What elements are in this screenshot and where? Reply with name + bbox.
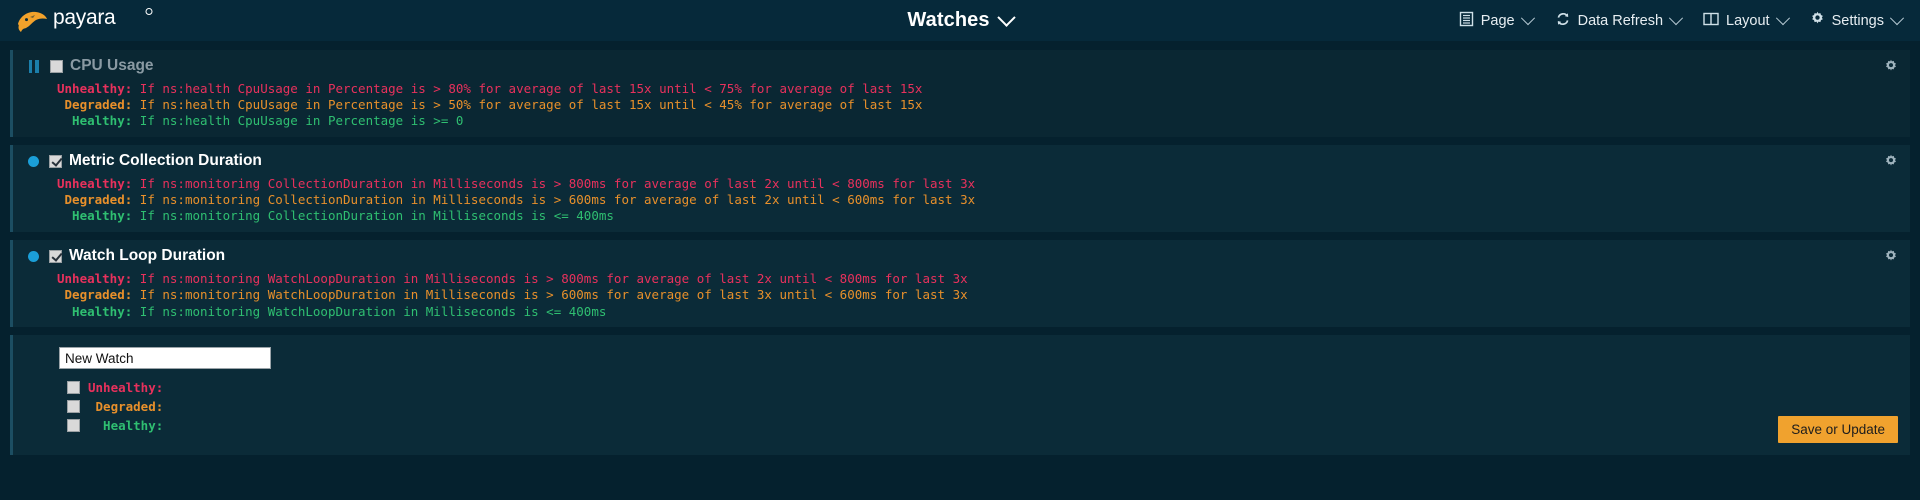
app-header: payara Watches Page Data Refresh Layout …: [0, 0, 1920, 41]
new-watch-level-row: Healthy:: [25, 416, 1898, 435]
new-watch-level-checkbox[interactable]: [67, 400, 80, 414]
watch-card: Metric Collection Duration Unhealthy: If …: [10, 145, 1910, 233]
svg-text:payara: payara: [53, 6, 116, 29]
brand-logo-link[interactable]: payara: [0, 6, 157, 35]
rule-expression: If ns:monitoring WatchLoopDuration in Mi…: [139, 287, 968, 303]
brand-name: payara: [53, 6, 157, 35]
new-watch-level-label-healthy: Healthy:: [88, 418, 164, 434]
status-dot-icon[interactable]: [28, 250, 39, 262]
gear-icon[interactable]: [1884, 59, 1898, 73]
rule-level-label: Degraded:: [57, 192, 133, 207]
watch-rule-list: Unhealthy: If ns:health CpuUsage in Perc…: [13, 78, 1910, 137]
payara-fish-logo-icon: [16, 8, 49, 34]
chevron-down-icon[interactable]: [1668, 10, 1684, 25]
watch-rule-unhealthy: Unhealthy: If ns:monitoring WatchLoopDur…: [13, 270, 1910, 286]
rule-expression: If ns:monitoring WatchLoopDuration in Mi…: [139, 270, 968, 286]
rule-expression: If ns:health CpuUsage in Percentage is >…: [139, 96, 923, 112]
nav-label-data-refresh: Data Refresh: [1577, 12, 1664, 29]
chevron-down-icon[interactable]: [1520, 10, 1535, 25]
new-watch-name-input[interactable]: [59, 347, 271, 370]
watch-rule-list: Unhealthy: If ns:monitoring WatchLoopDur…: [13, 268, 1910, 327]
watch-title: Watch Loop Duration: [69, 247, 226, 265]
chevron-down-icon[interactable]: [996, 8, 1016, 27]
watch-card: Watch Loop Duration Unhealthy: If ns:moni…: [10, 240, 1910, 328]
new-watch-level-label-degraded: Degraded:: [88, 399, 164, 415]
chevron-down-icon[interactable]: [1889, 10, 1905, 25]
status-dot-icon[interactable]: [28, 155, 39, 167]
watch-rule-unhealthy: Unhealthy: If ns:health CpuUsage in Perc…: [13, 80, 1910, 96]
rule-level-label: Degraded:: [57, 287, 133, 303]
new-watch-level-row: Unhealthy:: [25, 378, 1898, 397]
watch-cards: CPU Usage Unhealthy: If ns:health CpuUsag…: [10, 50, 1910, 328]
watch-rule-healthy: Healthy: If ns:monitoring CollectionDura…: [13, 208, 1910, 224]
watch-title: Metric Collection Duration: [69, 152, 262, 170]
rule-expression: If ns:health CpuUsage in Percentage is >…: [139, 113, 464, 129]
watch-rule-healthy: Healthy: If ns:monitoring WatchLoopDurat…: [13, 303, 1910, 319]
watch-enable-checkbox[interactable]: [49, 154, 62, 168]
watch-rule-list: Unhealthy: If ns:monitoring CollectionDu…: [13, 173, 1910, 232]
refresh-icon: [1555, 11, 1571, 31]
rule-level-label: Healthy:: [57, 208, 133, 224]
watch-rule-degraded: Degraded: If ns:monitoring WatchLoopDura…: [13, 287, 1910, 303]
page-list-icon: [1459, 11, 1474, 31]
watch-rule-unhealthy: Unhealthy: If ns:monitoring CollectionDu…: [13, 175, 1910, 191]
new-watch-levels: Unhealthy: Degraded: Healthy:: [25, 378, 1898, 435]
chevron-down-icon[interactable]: [1775, 10, 1790, 25]
rule-level-label: Unhealthy:: [57, 270, 133, 286]
watches-list: CPU Usage Unhealthy: If ns:health CpuUsag…: [0, 41, 1920, 456]
rule-level-label: Unhealthy:: [57, 80, 133, 96]
nav-label-settings: Settings: [1831, 12, 1884, 29]
watch-rule-degraded: Degraded: If ns:health CpuUsage in Perce…: [13, 96, 1910, 112]
new-watch-level-checkbox[interactable]: [67, 381, 80, 395]
page-title: Watches: [907, 9, 990, 31]
watch-header: Watch Loop Duration: [13, 240, 1910, 268]
layout-columns-icon: [1703, 12, 1719, 30]
rule-level-label: Healthy:: [57, 113, 133, 129]
new-watch-level-checkbox[interactable]: [67, 419, 80, 433]
pause-icon[interactable]: [27, 59, 40, 73]
nav-item-settings[interactable]: Settings: [1810, 10, 1905, 30]
rule-level-label: Healthy:: [57, 303, 133, 319]
new-watch-level-label-unhealthy: Unhealthy:: [88, 380, 164, 396]
nav-item-data-refresh[interactable]: Data Refresh: [1555, 10, 1684, 31]
nav-item-layout[interactable]: Layout: [1703, 10, 1790, 30]
new-watch-form: Unhealthy: Degraded: Healthy: Save or Up…: [10, 335, 1910, 456]
nav-label-page: Page: [1480, 12, 1515, 29]
nav-item-page[interactable]: Page: [1459, 10, 1535, 31]
rule-expression: If ns:monitoring CollectionDuration in M…: [139, 192, 976, 207]
new-watch-level-row: Degraded:: [25, 397, 1898, 416]
watch-enable-checkbox[interactable]: [49, 249, 62, 263]
rule-level-label: Degraded:: [57, 96, 133, 112]
gear-icon[interactable]: [1884, 249, 1898, 263]
rule-level-label: Unhealthy:: [57, 175, 133, 191]
nav-label-layout: Layout: [1726, 12, 1770, 29]
rule-expression: If ns:monitoring WatchLoopDuration in Mi…: [139, 303, 607, 319]
rule-expression: If ns:monitoring CollectionDuration in M…: [139, 208, 614, 224]
watch-rule-healthy: Healthy: If ns:health CpuUsage in Percen…: [13, 113, 1910, 129]
watch-rule-degraded: Degraded: If ns:monitoring CollectionDur…: [13, 192, 1910, 208]
header-nav: Page Data Refresh Layout Settings: [1459, 0, 1905, 41]
gear-icon: [1810, 11, 1825, 30]
watch-enable-checkbox[interactable]: [50, 59, 63, 73]
gear-icon[interactable]: [1884, 154, 1898, 168]
rule-expression: If ns:health CpuUsage in Percentage is >…: [139, 80, 923, 96]
rule-expression: If ns:monitoring CollectionDuration in M…: [139, 175, 976, 191]
save-or-update-button[interactable]: Save or Update: [1778, 416, 1898, 444]
watch-header: Metric Collection Duration: [13, 145, 1910, 173]
watch-title: CPU Usage: [70, 57, 154, 74]
watch-header: CPU Usage: [13, 50, 1910, 78]
watch-card: CPU Usage Unhealthy: If ns:health CpuUsag…: [10, 50, 1910, 138]
